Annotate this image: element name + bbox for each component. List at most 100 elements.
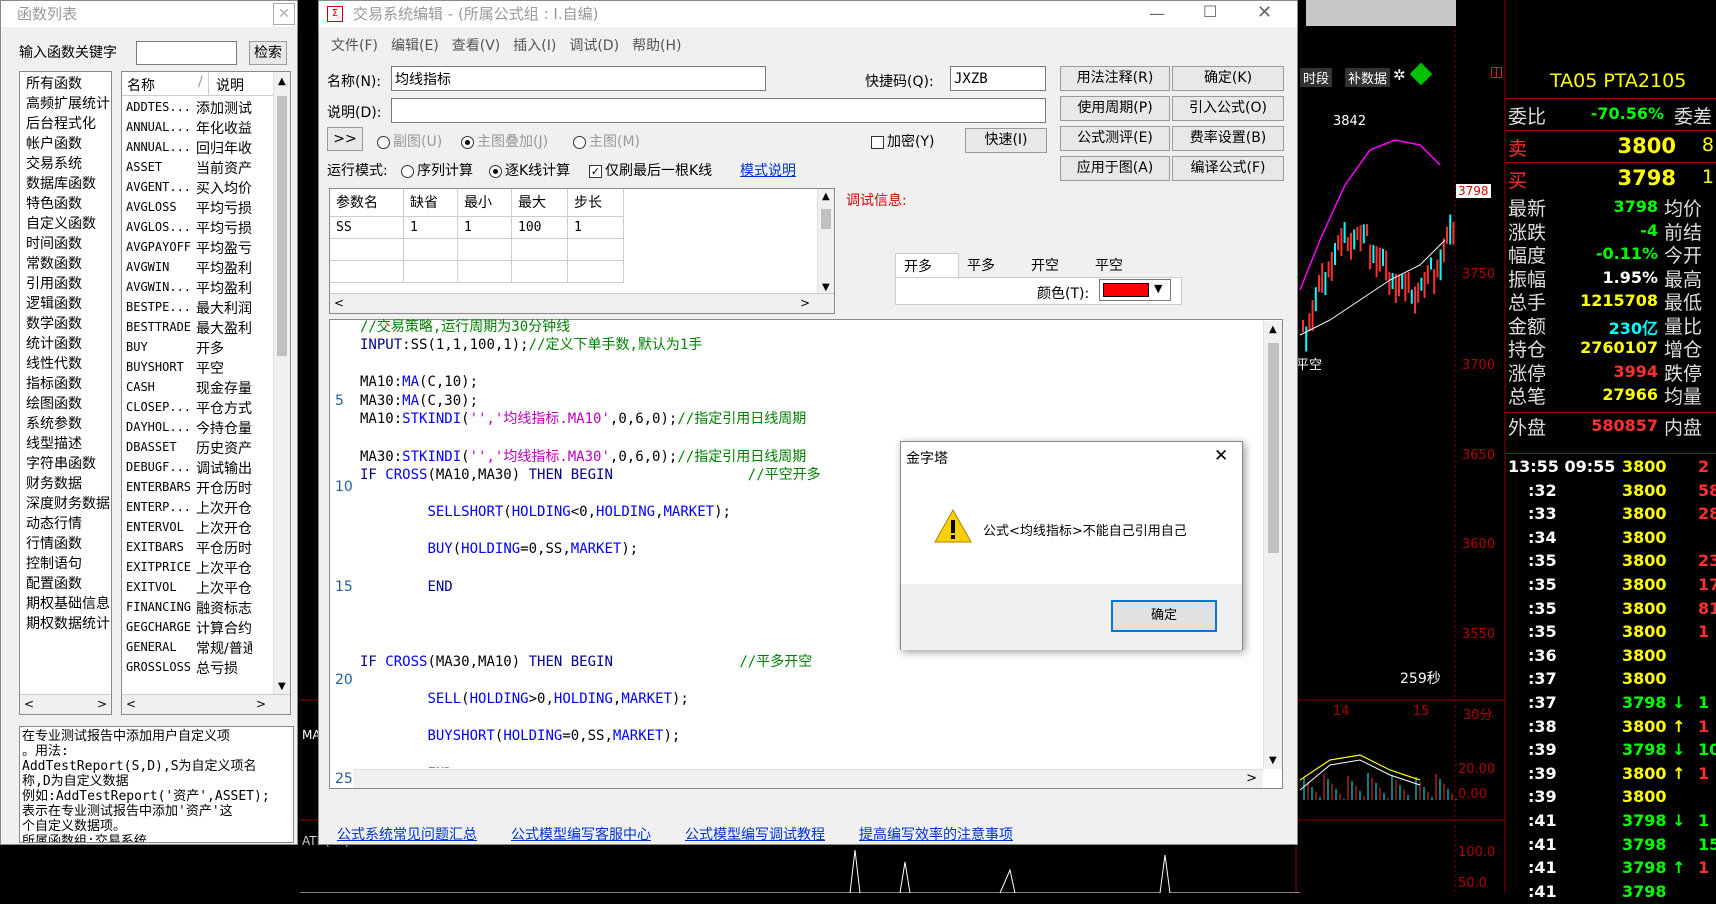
function-row[interactable]: ANNUAL... 年化收益 <box>122 118 274 138</box>
formula-test-button[interactable]: 公式测评(E) <box>1060 126 1170 151</box>
function-row[interactable]: BUY 开多 <box>122 338 274 358</box>
function-row[interactable]: CLOSEP... 平仓方式 <box>122 398 274 418</box>
category-item[interactable]: 线型描述 <box>20 434 111 454</box>
category-item[interactable]: 引用函数 <box>20 274 111 294</box>
function-row[interactable]: CASH 现金存量 <box>122 378 274 398</box>
category-item[interactable]: 后台程式化 <box>20 114 111 134</box>
fee-settings-button[interactable]: 费率设置(B) <box>1172 126 1284 151</box>
function-row[interactable]: EXITBARS 平仓历时 <box>122 538 274 558</box>
category-item[interactable]: 行情函数 <box>20 534 111 554</box>
tab-time[interactable]: 时段 <box>1300 68 1333 87</box>
param-cell-empty[interactable] <box>458 261 512 283</box>
param-cell[interactable]: 1 <box>568 217 624 239</box>
radio-sub-chart[interactable]: 副图(U) <box>377 131 442 151</box>
category-item[interactable]: 交易系统 <box>20 154 111 174</box>
menu-item[interactable]: 插入(I) <box>509 35 565 57</box>
radio-main-chart[interactable]: 主图(M) <box>573 131 640 151</box>
maximize-icon[interactable]: ☐ <box>1203 2 1217 21</box>
category-item[interactable]: 动态行情 <box>20 514 111 534</box>
category-item[interactable]: 数学函数 <box>20 314 111 334</box>
search-input[interactable] <box>136 41 237 65</box>
category-item[interactable]: 财务数据 <box>20 474 111 494</box>
close-icon[interactable]: ✕ <box>1214 446 1228 466</box>
name-input[interactable] <box>391 66 766 91</box>
param-header[interactable]: 参数名 <box>330 189 404 217</box>
apply-chart-button[interactable]: 应用于图(A) <box>1060 156 1170 181</box>
quick-button[interactable]: 快速(I) <box>965 128 1047 153</box>
desc-input[interactable] <box>391 98 1046 123</box>
function-row[interactable]: ADDTES... 添加测试 <box>122 98 274 118</box>
function-row[interactable]: ANNUAL... 回归年收 <box>122 138 274 158</box>
radio-bar-calc[interactable]: 逐K线计算 <box>489 160 570 180</box>
category-item[interactable]: 时间函数 <box>20 234 111 254</box>
mode-help-link[interactable]: 模式说明 <box>740 160 796 180</box>
trade-tab[interactable]: 平多 <box>959 253 1023 279</box>
param-cell-empty[interactable] <box>512 239 568 261</box>
close-icon[interactable]: ✕ <box>1257 2 1272 23</box>
function-row[interactable]: AVGENT... 买入均价 <box>122 178 274 198</box>
menu-item[interactable]: 编辑(E) <box>387 35 448 57</box>
category-item[interactable]: 系统参数 <box>20 414 111 434</box>
function-row[interactable]: FINANCING 融资标志 <box>122 598 274 618</box>
function-row[interactable]: AVGLOSS 平均亏损 <box>122 198 274 218</box>
usage-note-button[interactable]: 用法注释(R) <box>1060 66 1170 91</box>
function-row[interactable]: EXITVOL 上次平仓 <box>122 578 274 598</box>
period-button[interactable]: 使用周期(P) <box>1060 96 1170 121</box>
function-row[interactable]: DBASSET 历史资产 <box>122 438 274 458</box>
param-cell-empty[interactable] <box>458 239 512 261</box>
category-item[interactable]: 数据库函数 <box>20 174 111 194</box>
function-row[interactable]: BESTTRADE 最大盈利 <box>122 318 274 338</box>
menu-item[interactable]: 调试(D) <box>565 35 628 57</box>
param-cell[interactable]: 100 <box>512 217 568 239</box>
param-header[interactable]: 最大 <box>512 189 568 217</box>
category-item[interactable]: 期权数据统计 <box>20 614 111 634</box>
function-row[interactable]: ENTERP... 上次开仓 <box>122 498 274 518</box>
param-cell-empty[interactable] <box>330 239 404 261</box>
trade-tab[interactable]: 开空 <box>1023 253 1087 279</box>
category-item[interactable]: 统计函数 <box>20 334 111 354</box>
panel-toggle-icon[interactable]: ◫ <box>1490 64 1503 80</box>
shortcut-input[interactable] <box>950 66 1046 91</box>
param-cell[interactable]: 1 <box>404 217 458 239</box>
gear-icon[interactable]: ✲ <box>1393 66 1406 84</box>
param-cell-empty[interactable] <box>568 261 624 283</box>
function-row[interactable]: DAYHOL... 今持仓量 <box>122 418 274 438</box>
confirm-button[interactable]: 确定(K) <box>1172 66 1284 91</box>
param-vscrollbar[interactable]: ▲ ▼ <box>817 189 834 295</box>
category-item[interactable]: 特色函数 <box>20 194 111 214</box>
param-cell-empty[interactable] <box>512 261 568 283</box>
category-item[interactable]: 帐户函数 <box>20 134 111 154</box>
trade-tab[interactable]: 开多 <box>895 253 959 279</box>
function-row[interactable]: EXITPRICE 上次平仓 <box>122 558 274 578</box>
function-row[interactable]: AVGLOS... 平均亏损 <box>122 218 274 238</box>
radio-sequence-calc[interactable]: 序列计算 <box>401 160 473 180</box>
category-item[interactable]: 高频扩展统计 <box>20 94 111 114</box>
encrypt-checkbox[interactable]: 加密(Y) <box>871 131 934 151</box>
param-cell-empty[interactable] <box>404 261 458 283</box>
function-row[interactable]: AVGPAYOFF 平均盈亏 <box>122 238 274 258</box>
search-button[interactable]: 检索 <box>249 41 287 65</box>
footer-link[interactable]: 公式模型编写调试教程 <box>685 824 825 844</box>
param-header[interactable]: 最小 <box>458 189 512 217</box>
col-name-header[interactable]: 名称 <box>127 75 155 95</box>
function-row[interactable]: ENTERVOL 上次开仓 <box>122 518 274 538</box>
expand-button[interactable]: >> <box>327 127 363 151</box>
param-cell-empty[interactable] <box>330 261 404 283</box>
menu-item[interactable]: 查看(V) <box>448 35 510 57</box>
param-header[interactable]: 步长 <box>568 189 624 217</box>
category-item[interactable]: 逻辑函数 <box>20 294 111 314</box>
minimize-icon[interactable]: — <box>1149 4 1165 23</box>
function-row[interactable]: AVGWIN... 平均盈利 <box>122 278 274 298</box>
radio-main-overlay[interactable]: 主图叠加(J) <box>461 131 548 151</box>
function-row[interactable]: ENTERBARS 开仓历时 <box>122 478 274 498</box>
category-item[interactable]: 线性代数 <box>20 354 111 374</box>
function-row[interactable]: ASSET 当前资产 <box>122 158 274 178</box>
menu-item[interactable]: 文件(F) <box>327 35 387 57</box>
function-row[interactable]: BUYSHORT 平空 <box>122 358 274 378</box>
compile-formula-button[interactable]: 编译公式(F) <box>1172 156 1284 181</box>
footer-link[interactable]: 公式系统常见问题汇总 <box>337 824 477 844</box>
dialog-ok-button[interactable]: 确定 <box>1111 600 1217 632</box>
trade-tab[interactable]: 平空 <box>1087 253 1151 279</box>
code-vscrollbar[interactable]: ▲ ▼ <box>1263 321 1282 769</box>
col-desc-header[interactable]: 说明 <box>216 75 244 95</box>
